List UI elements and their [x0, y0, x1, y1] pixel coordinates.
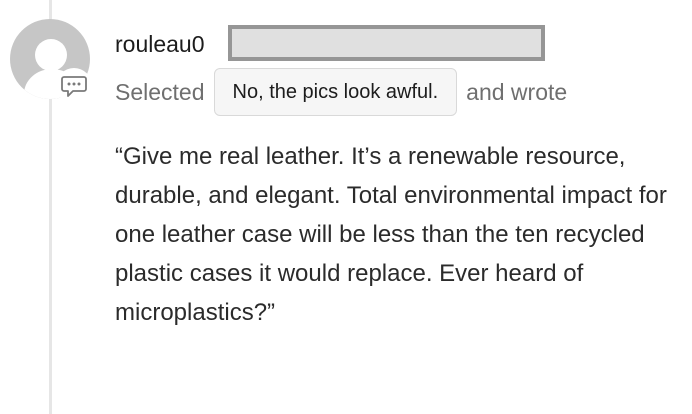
selected-label: Selected — [115, 78, 205, 105]
speech-bubble-icon — [56, 68, 92, 104]
and-wrote-label: and wrote — [466, 78, 568, 105]
selection-line: Selected No, the pics look awful. and wr… — [115, 67, 567, 117]
username[interactable]: rouleau0 — [115, 30, 205, 58]
redacted-text — [228, 25, 545, 61]
selected-option-chip: No, the pics look awful. — [213, 68, 458, 116]
comment-text: “Give me real leather. It’s a renewable … — [115, 143, 667, 326]
